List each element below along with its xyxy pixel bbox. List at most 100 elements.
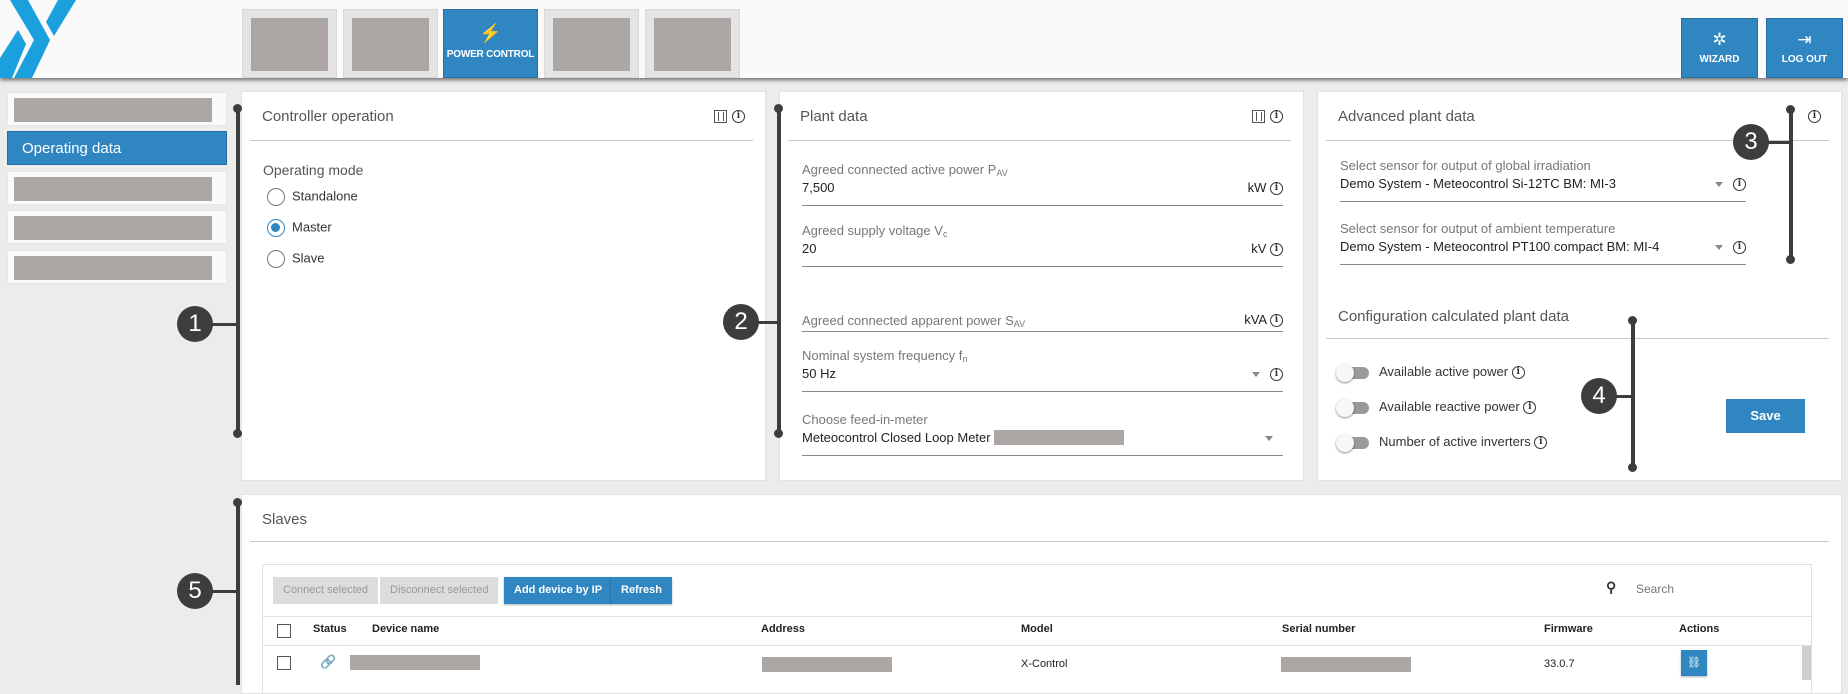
divider [250, 140, 753, 141]
scrollbar[interactable] [1802, 646, 1811, 680]
sidebar-item-1[interactable] [7, 92, 227, 126]
unit-area: kW i [1248, 180, 1283, 196]
cell-model: X-Control [1021, 658, 1068, 670]
frequency-select[interactable]: Nominal system frequency fn 50 Hz i [802, 348, 1283, 392]
chevron-down-icon[interactable] [1715, 245, 1723, 251]
supply-voltage-field[interactable]: Agreed supply voltage Vc 20 kV i [802, 223, 1283, 267]
redacted-label [352, 18, 429, 71]
info-icon[interactable]: i [1733, 241, 1746, 255]
nav-tab-power-control[interactable]: ⚡ POWER CONTROL [443, 9, 538, 78]
radio-standalone[interactable]: Standalone [267, 188, 358, 206]
search-icon[interactable]: ⚲ [1606, 579, 1616, 596]
chevron-down-icon[interactable] [1715, 182, 1723, 188]
logout-button[interactable]: ⇥ LOG OUT [1766, 18, 1843, 78]
toggle-switch[interactable] [1336, 433, 1369, 452]
settings-grid-icon[interactable] [1252, 110, 1265, 124]
controller-operation-panel: Controller operation i Operating mode St… [241, 91, 766, 481]
chevron-down-icon[interactable] [1252, 372, 1260, 378]
info-icon[interactable]: i [1270, 243, 1283, 257]
column-header[interactable]: Model [1021, 623, 1053, 635]
irradiation-sensor-select[interactable]: Select sensor for output of global irrad… [1340, 158, 1746, 202]
toggle-switch[interactable] [1336, 398, 1369, 417]
annotation-badge-2: 2 [723, 304, 759, 340]
settings-grid-icon[interactable] [714, 110, 727, 124]
info-icon[interactable]: i [732, 110, 745, 124]
sidebar-item-4[interactable] [7, 210, 227, 244]
info-icon[interactable]: i [1534, 436, 1548, 450]
info-icon[interactable]: i [1270, 368, 1283, 382]
redacted-serial [1281, 657, 1411, 672]
slaves-table: Connect selected Disconnect selected Add… [262, 564, 1812, 694]
column-header[interactable]: Serial number [1282, 623, 1355, 635]
radio-label: Master [292, 219, 332, 235]
field-label: Select sensor for output of global irrad… [1340, 158, 1591, 173]
nav-tab-2[interactable] [343, 9, 438, 78]
panel-icons: i [714, 109, 745, 124]
panel-icons: i [1808, 109, 1821, 124]
info-icon[interactable]: i [1270, 110, 1283, 124]
toggle-label: Available reactive power [1379, 399, 1520, 414]
chevron-down-icon[interactable] [1265, 436, 1273, 442]
select-controls: i [1715, 176, 1746, 192]
sidebar-item-3[interactable] [7, 171, 227, 205]
info-icon[interactable]: i [1270, 314, 1283, 328]
toggle-switch[interactable] [1336, 363, 1369, 382]
add-device-by-ip-button[interactable]: Add device by IP [504, 577, 613, 604]
apparent-power-field[interactable]: Agreed connected apparent power SAV kVA … [802, 302, 1283, 332]
nav-tab-5[interactable] [645, 9, 740, 78]
save-button[interactable]: Save [1726, 399, 1805, 433]
connect-action-button[interactable]: ⛓ [1681, 650, 1707, 676]
redacted-label [251, 18, 328, 71]
radio-circle[interactable] [267, 250, 285, 268]
radio-circle[interactable] [267, 188, 285, 206]
sidebar-item-5[interactable] [7, 250, 227, 284]
temperature-sensor-select[interactable]: Select sensor for output of ambient temp… [1340, 221, 1746, 265]
info-icon[interactable]: i [1733, 178, 1746, 192]
column-header[interactable]: Status [313, 623, 347, 635]
field-label: Nominal system frequency fn [802, 348, 968, 364]
radio-slave[interactable]: Slave [267, 250, 325, 268]
feed-in-meter-select[interactable]: Choose feed-in-meter Meteocontrol Closed… [802, 412, 1283, 456]
annotation-dot [774, 104, 783, 113]
row-checkbox[interactable] [277, 656, 291, 670]
toggle-number-active-inverters[interactable]: Number of active inverters i [1336, 433, 1548, 452]
column-header[interactable]: Device name [372, 623, 439, 635]
info-icon[interactable]: i [1270, 182, 1283, 196]
select-all-checkbox[interactable] [277, 624, 291, 638]
panel-title: Controller operation [262, 108, 394, 125]
disconnect-selected-button[interactable]: Disconnect selected [380, 577, 499, 604]
wizard-label: WIZARD [1699, 54, 1740, 65]
info-icon[interactable]: i [1523, 401, 1537, 415]
info-icon[interactable]: i [1511, 366, 1525, 380]
redacted-address [762, 657, 892, 672]
connect-selected-button[interactable]: Connect selected [273, 577, 378, 604]
nav-tab-4[interactable] [544, 9, 639, 78]
field-value: 7,500 [802, 180, 835, 195]
section-title: Configuration calculated plant data [1338, 308, 1569, 325]
top-bar: ⚡ POWER CONTROL ✲ WIZARD ⇥ LOG OUT [0, 0, 1848, 78]
table-row[interactable]: 🔗 X-Control 33.0.7 ⛓ [263, 646, 1811, 680]
toggle-available-reactive-power[interactable]: Available reactive power i [1336, 398, 1537, 417]
field-value: 20 [802, 241, 817, 256]
radio-master[interactable]: Master [267, 219, 332, 237]
column-header: Actions [1679, 623, 1720, 635]
annotation-dot [233, 429, 242, 438]
field-label: Agreed supply voltage Vc [802, 223, 948, 239]
column-header[interactable]: Address [761, 623, 805, 635]
search-input[interactable] [1636, 578, 1786, 600]
toggle-available-active-power[interactable]: Available active power i [1336, 363, 1525, 382]
toggle-label: Available active power [1379, 364, 1509, 379]
sidebar-item-operating-data[interactable]: Operating data [7, 131, 227, 165]
column-header[interactable]: Firmware [1544, 623, 1593, 635]
info-icon[interactable]: i [1808, 110, 1821, 124]
table-header: Status Device name Address Model Serial … [263, 617, 1811, 645]
refresh-button[interactable]: Refresh [611, 577, 672, 604]
unit-area: kV i [1251, 241, 1283, 257]
wizard-button[interactable]: ✲ WIZARD [1681, 18, 1758, 78]
nav-tab-label: POWER CONTROL [446, 49, 535, 60]
radio-circle[interactable] [267, 219, 285, 237]
annotation-dot [1786, 255, 1795, 264]
active-power-field[interactable]: Agreed connected active power PAV 7,500 … [802, 162, 1283, 206]
select-controls: i [1715, 239, 1746, 255]
nav-tab-1[interactable] [242, 9, 337, 78]
